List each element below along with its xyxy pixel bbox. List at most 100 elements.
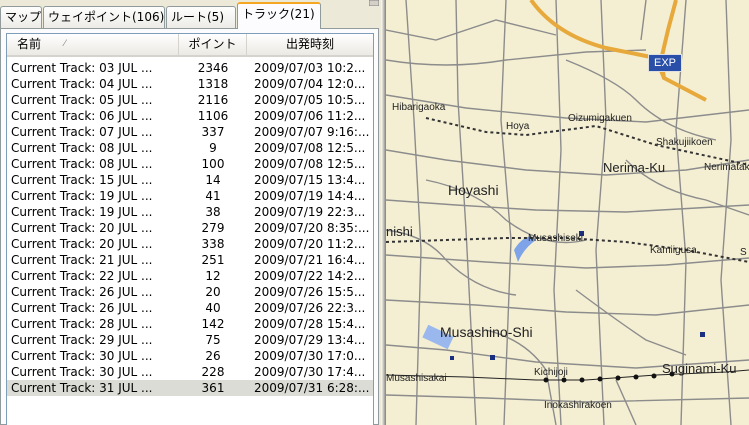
tab-waypoints[interactable]: ウェイポイント(106)	[43, 6, 165, 28]
sort-ascending-icon: ⁄	[64, 39, 66, 49]
track-name-cell: Current Track: 07 JUL ...	[11, 125, 153, 139]
track-name-cell: Current Track: 03 JUL ...	[11, 61, 153, 75]
track-name-cell: Current Track: 19 JUL ...	[11, 189, 153, 203]
track-row[interactable]: Current Track: 05 JUL ... 2116 2009/07/05 …	[7, 92, 373, 108]
track-points-cell: 26	[205, 349, 221, 363]
track-row[interactable]: Current Track: 04 JUL ... 1318 2009/07/04 …	[7, 76, 373, 92]
track-points-cell: 142	[201, 317, 225, 331]
track-points-cell: 337	[201, 125, 225, 139]
map-label-s: S	[740, 247, 747, 258]
map-label-inokashirakoen: Inokashirakoen	[544, 400, 612, 411]
track-points-cell: 38	[205, 205, 221, 219]
track-points-cell: 2346	[197, 61, 229, 75]
map-view[interactable]: EXP Hibarigaoka Hoya Oizumigakuen Shakuj…	[386, 0, 749, 425]
tab-tracks[interactable]: トラック(21)	[237, 2, 321, 29]
track-row[interactable]: Current Track: 31 JUL ... 361 2009/07/31 6…	[7, 380, 373, 396]
track-row[interactable]: Current Track: 19 JUL ... 38 2009/07/19 22…	[7, 204, 373, 220]
track-row[interactable]: Current Track: 22 JUL ... 12 2009/07/22 14…	[7, 268, 373, 284]
track-name-cell: Current Track: 28 JUL ...	[11, 317, 153, 331]
track-name-cell: Current Track: 21 JUL ...	[11, 253, 153, 267]
track-name-cell: Current Track: 30 JUL ...	[11, 365, 153, 379]
track-row[interactable]: Current Track: 07 JUL ... 337 2009/07/07 9…	[7, 124, 373, 140]
tab-scroll-icon[interactable]	[369, 0, 379, 6]
track-start-time-cell: 2009/07/28 15:4...	[254, 317, 366, 331]
track-points-cell: 361	[201, 381, 225, 395]
track-row[interactable]: Current Track: 26 JUL ... 40 2009/07/26 22…	[7, 300, 373, 316]
track-start-time-cell: 2009/07/19 14:4...	[254, 189, 366, 203]
map-label-musashino-shi: Musashino-Shi	[440, 324, 533, 340]
track-row[interactable]: Current Track: 28 JUL ... 142 2009/07/28 1…	[7, 316, 373, 332]
track-row[interactable]: Current Track: 19 JUL ... 41 2009/07/19 14…	[7, 188, 373, 204]
track-points-cell: 40	[205, 301, 221, 315]
track-row[interactable]: Current Track: 03 JUL ... 2346 2009/07/03 …	[7, 60, 373, 76]
map-label-shakujiikoen: Shakujiikoen	[656, 137, 713, 148]
track-name-cell: Current Track: 26 JUL ...	[11, 285, 153, 299]
track-start-time-cell: 2009/07/22 14:2...	[254, 269, 366, 283]
track-list-pane: マップ ウェイポイント(106) ルート(5) トラック(21) 名前 ⁄ ポイ…	[0, 0, 381, 425]
map-label-hoya: Hoya	[506, 121, 530, 132]
track-list[interactable]: 名前 ⁄ ポイント 出発時刻 Current Track: 03 JUL ...…	[6, 33, 374, 425]
track-row[interactable]: Current Track: 08 JUL ... 9 2009/07/08 12:…	[7, 140, 373, 156]
track-start-time-cell: 2009/07/19 22:3...	[254, 205, 366, 219]
track-name-cell: Current Track: 22 JUL ...	[11, 269, 153, 283]
track-name-cell: Current Track: 19 JUL ...	[11, 205, 153, 219]
track-points-cell: 14	[205, 173, 221, 187]
track-points-cell: 12	[205, 269, 221, 283]
column-header-name-label: 名前	[17, 37, 42, 51]
column-header-points[interactable]: ポイント	[179, 34, 247, 55]
track-row[interactable]: Current Track: 20 JUL ... 338 2009/07/20 1…	[7, 236, 373, 252]
track-row[interactable]: Current Track: 20 JUL ... 279 2009/07/20 8…	[7, 220, 373, 236]
track-rows: Current Track: 03 JUL ... 2346 2009/07/03 …	[7, 60, 373, 396]
map-label-musashisakai: Musashisakai	[386, 373, 447, 384]
track-start-time-cell: 2009/07/05 10:5...	[254, 93, 366, 107]
track-start-time-cell: 2009/07/07 9:16:...	[254, 125, 370, 139]
track-start-time-cell: 2009/07/29 13:4...	[254, 333, 366, 347]
track-points-cell: 251	[201, 253, 225, 267]
track-points-cell: 1106	[197, 109, 229, 123]
track-start-time-cell: 2009/07/26 15:5...	[254, 285, 366, 299]
column-header-start-time[interactable]: 出発時刻	[247, 34, 373, 55]
track-name-cell: Current Track: 26 JUL ...	[11, 301, 153, 315]
track-row[interactable]: Current Track: 08 JUL ... 100 2009/07/08 1…	[7, 156, 373, 172]
track-points-cell: 75	[205, 333, 221, 347]
track-name-cell: Current Track: 08 JUL ...	[11, 141, 153, 155]
track-name-cell: Current Track: 08 JUL ...	[11, 157, 153, 171]
track-row[interactable]: Current Track: 30 JUL ... 26 2009/07/30 17…	[7, 348, 373, 364]
track-start-time-cell: 2009/07/31 6:28:...	[254, 381, 370, 395]
tracks-panel: 名前 ⁄ ポイント 出発時刻 Current Track: 03 JUL ...…	[0, 28, 379, 425]
track-row[interactable]: Current Track: 06 JUL ... 1106 2009/07/06 …	[7, 108, 373, 124]
map-label-suginami-ku: Suginami-Ku	[662, 361, 737, 376]
track-points-cell: 20	[205, 285, 221, 299]
track-start-time-cell: 2009/07/21 16:4...	[254, 253, 366, 267]
track-points-cell: 100	[201, 157, 225, 171]
track-row[interactable]: Current Track: 15 JUL ... 14 2009/07/15 13…	[7, 172, 373, 188]
track-start-time-cell: 2009/07/04 12:0...	[254, 77, 366, 91]
track-row[interactable]: Current Track: 21 JUL ... 251 2009/07/21 1…	[7, 252, 373, 268]
tab-bar: マップ ウェイポイント(106) ルート(5) トラック(21)	[0, 0, 381, 29]
tab-map[interactable]: マップ	[0, 6, 42, 28]
column-header-name[interactable]: 名前 ⁄	[7, 34, 179, 55]
track-points-cell: 228	[201, 365, 225, 379]
map-label-hibarigaoka: Hibarigaoka	[392, 102, 446, 113]
track-start-time-cell: 2009/07/08 12:5...	[254, 141, 366, 155]
map-label-nerima-ku: Nerima-Ku	[603, 160, 666, 175]
map-label-kamiigusa: Kamiigusa	[650, 245, 697, 256]
map-label-kichijoji: Kichijoji	[534, 367, 568, 378]
track-name-cell: Current Track: 05 JUL ...	[11, 93, 153, 107]
track-points-cell: 2116	[197, 93, 229, 107]
track-start-time-cell: 2009/07/06 11:2...	[254, 109, 366, 123]
track-name-cell: Current Track: 15 JUL ...	[11, 173, 153, 187]
track-points-cell: 279	[201, 221, 225, 235]
map-label-hoyashi: Hoyashi	[448, 182, 499, 198]
track-points-cell: 1318	[197, 77, 229, 91]
track-name-cell: Current Track: 31 JUL ...	[11, 381, 153, 395]
tab-routes[interactable]: ルート(5)	[166, 6, 236, 28]
map-label-nerimatak: Nerimatak	[704, 162, 749, 173]
track-row[interactable]: Current Track: 26 JUL ... 20 2009/07/26 15…	[7, 284, 373, 300]
track-start-time-cell: 2009/07/08 12:5...	[254, 157, 366, 171]
track-name-cell: Current Track: 20 JUL ...	[11, 237, 153, 251]
list-header: 名前 ⁄ ポイント 出発時刻	[7, 34, 373, 57]
track-row[interactable]: Current Track: 30 JUL ... 228 2009/07/30 1…	[7, 364, 373, 380]
map-label-musashiseki: Musashiseki	[528, 233, 584, 244]
track-row[interactable]: Current Track: 29 JUL ... 75 2009/07/29 13…	[7, 332, 373, 348]
